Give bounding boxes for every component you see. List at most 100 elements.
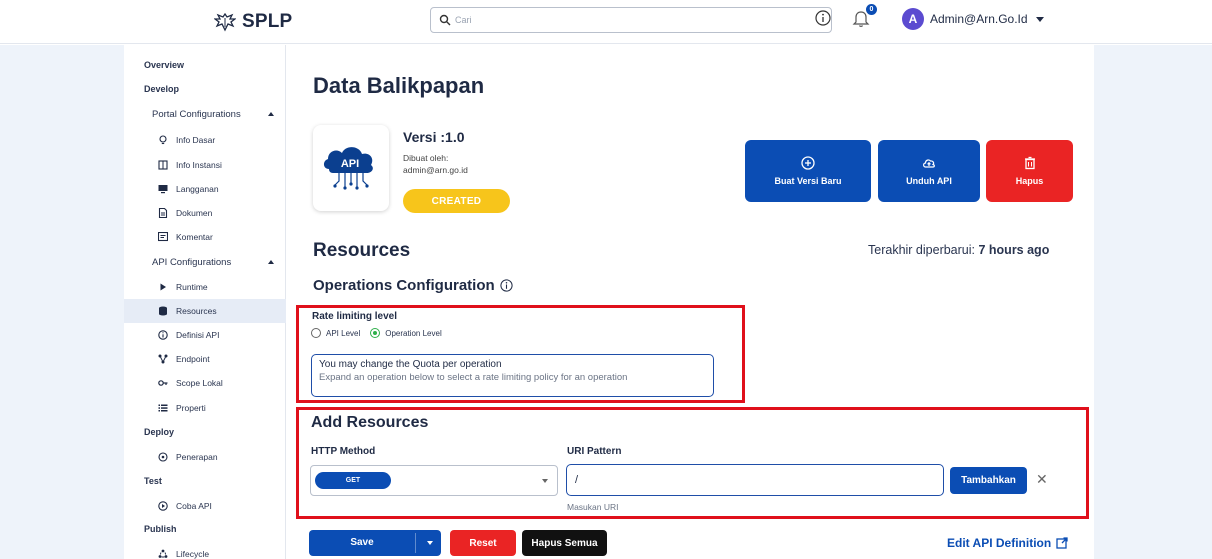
location-pin-icon [158,452,168,462]
sidebar-item-resources[interactable]: Resources [124,299,286,323]
avatar: A [902,8,924,30]
info-icon[interactable] [500,279,513,292]
info-icon[interactable] [815,10,831,26]
uri-pattern-input[interactable]: / [566,464,944,496]
chevron-down-icon [1035,16,1044,22]
uri-pattern-label: URI Pattern [567,446,622,457]
sidebar-item-endpoint[interactable]: Endpoint [124,347,286,371]
http-method-select[interactable]: GET [310,465,558,496]
delete-all-button[interactable]: Hapus Semua [522,530,607,556]
lightbulb-icon [159,135,167,145]
created-by-label: Dibuat oleh: [403,153,449,163]
radio-api-level[interactable] [311,328,321,338]
api-logo-text: API [341,158,359,170]
new-version-button[interactable]: Buat Versi Baru [745,140,871,202]
sidebar-item-label: Info Dasar [176,135,216,145]
last-updated: Terakhir diperbarui: 7 hours ago [868,243,1049,257]
sidebar-item-definisi-api[interactable]: Definisi API [124,323,286,347]
chevron-up-icon [268,112,274,116]
app-logo[interactable]: SPLP [214,11,292,33]
logo-text: SPLP [242,11,293,32]
info-circle-icon [158,330,168,340]
trash-icon [1024,156,1035,170]
sidebar-item-label: Lifecycle [176,549,210,559]
rate-limiting-label: Rate limiting level [312,311,398,322]
edit-api-definition-link[interactable]: Edit API Definition [947,536,1068,550]
radio-api-level-label: API Level [326,328,361,338]
sidebar-item-label: Endpoint [176,354,210,364]
sidebar: Overview Develop Portal Configurations I… [124,45,286,559]
sidebar-item-scope-lokal[interactable]: Scope Lokal [124,371,286,395]
sidebar-item-label: Runtime [176,282,208,292]
operations-config-title: Operations Configuration [313,277,495,294]
sidebar-group-label: API Configurations [152,256,232,268]
radio-operation-level[interactable] [370,328,381,338]
sidebar-item-overview[interactable]: Overview [124,53,286,77]
operations-config-heading: Operations Configuration [313,277,513,294]
external-link-icon [1056,537,1068,549]
monitor-icon [158,185,168,194]
created-by-value: admin@arn.go.id [403,165,468,175]
sidebar-item-lifecycle[interactable]: Lifecycle [124,542,286,559]
document-icon [158,208,168,218]
sidebar-item-label: Properti [176,403,206,413]
comment-icon [158,232,168,242]
sidebar-item-info-dasar[interactable]: Info Dasar [124,128,286,152]
user-menu[interactable]: A Admin@Arn.Go.Id [902,8,1044,30]
sidebar-item-info-instansi[interactable]: Info Instansi [124,153,286,177]
save-label: Save [350,537,374,548]
save-divider [415,533,416,553]
building-icon [158,160,168,170]
quota-info-box: You may change the Quota per operation E… [311,354,714,397]
sidebar-item-properti[interactable]: Properti [124,396,286,420]
sidebar-item-label: Langganan [176,184,219,194]
plus-circle-icon [801,156,815,170]
http-method-label: HTTP Method [311,446,376,457]
sidebar-item-label: Definisi API [176,330,220,340]
chevron-down-icon[interactable] [427,541,433,545]
sidebar-item-label: Coba API [176,501,212,511]
last-updated-label: Terakhir diperbarui: [868,243,975,257]
sidebar-item-langganan[interactable]: Langganan [124,177,286,201]
download-api-button[interactable]: Unduh API [878,140,980,202]
sidebar-item-label: Komentar [176,232,213,242]
sidebar-item-label: Penerapan [176,452,218,462]
rate-limiting-options: API Level Operation Level [311,328,442,338]
add-resources-heading: Add Resources [311,414,429,431]
lifecycle-icon [158,549,168,558]
reset-button[interactable]: Reset [450,530,516,556]
sidebar-item-runtime[interactable]: Runtime [124,275,286,299]
radio-operation-level-label: Operation Level [385,328,442,338]
sidebar-group-api-configurations[interactable]: API Configurations [124,250,286,274]
page-gutter-right [1094,45,1212,559]
delete-label: Hapus [1015,176,1044,186]
save-button[interactable]: Save [309,530,441,556]
sidebar-group-portal-configurations[interactable]: Portal Configurations [124,102,286,126]
new-version-label: Buat Versi Baru [774,176,842,186]
search-icon [439,14,451,26]
search-input[interactable] [455,11,805,29]
uri-helper-text: Masukan URI [567,502,619,512]
add-resource-button[interactable]: Tambahkan [950,467,1027,494]
sidebar-item-dokumen[interactable]: Dokumen [124,201,286,225]
sidebar-item-label: Resources [176,306,217,316]
resources-heading: Resources [313,240,411,261]
api-version: Versi :1.0 [403,129,465,145]
sidebar-section-publish: Publish [144,524,177,534]
download-api-label: Unduh API [906,176,952,186]
sidebar-item-komentar[interactable]: Komentar [124,225,286,249]
page-gutter-left [0,45,124,559]
sidebar-item-coba-api[interactable]: Coba API [124,494,286,518]
play-circle-icon [158,501,168,511]
chevron-down-icon [542,479,548,483]
sidebar-item-label: Dokumen [176,208,213,218]
close-icon[interactable]: ✕ [1036,472,1048,486]
search-box[interactable] [430,7,832,33]
sidebar-section-develop: Develop [144,84,180,94]
delete-button[interactable]: Hapus [986,140,1073,202]
sidebar-section-test: Test [144,476,162,486]
user-name: Admin@Arn.Go.Id [930,12,1028,26]
eagle-logo-icon [214,12,236,32]
sidebar-item-penerapan[interactable]: Penerapan [124,445,286,469]
page-title: Data Balikpapan [313,73,485,98]
